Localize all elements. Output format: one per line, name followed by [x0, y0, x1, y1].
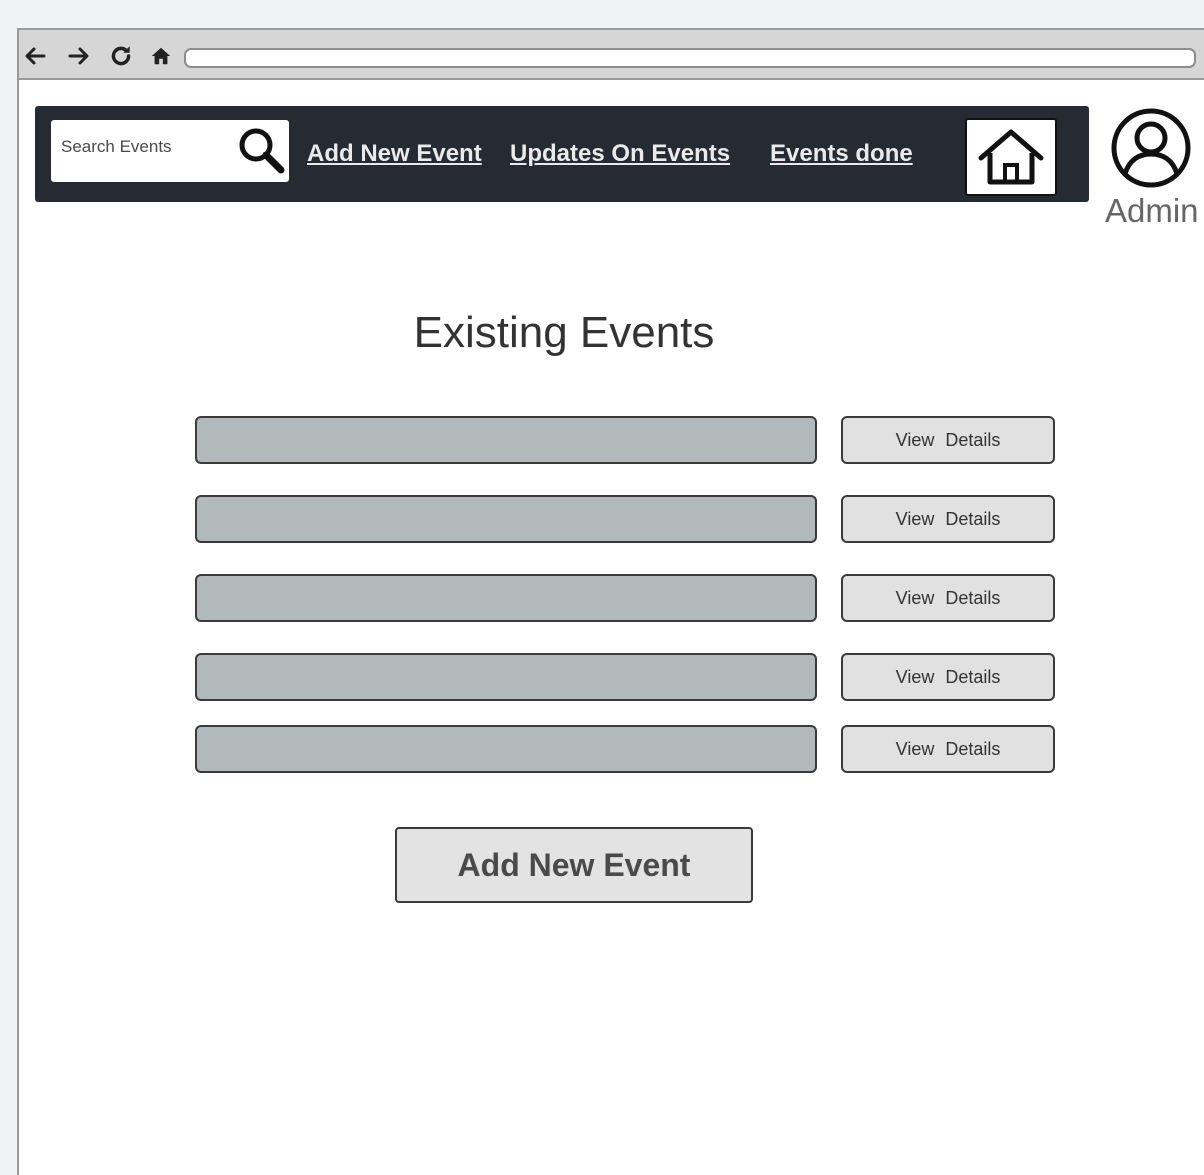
view-details-button[interactable]: View Details	[841, 574, 1055, 622]
event-name-field[interactable]	[195, 574, 817, 622]
list-item: View Details	[195, 416, 1057, 464]
add-new-event-button[interactable]: Add New Event	[395, 827, 753, 903]
nav-link-updates-on-events[interactable]: Updates On Events	[510, 140, 730, 168]
list-item: View Details	[195, 653, 1057, 701]
search-icon[interactable]	[235, 124, 287, 176]
list-item: View Details	[195, 574, 1057, 622]
search-box	[51, 120, 289, 182]
reload-icon[interactable]	[107, 42, 135, 70]
browser-toolbar	[19, 30, 1204, 80]
admin-label: Admin	[1105, 192, 1199, 229]
event-name-field[interactable]	[195, 495, 817, 543]
page-title: Existing Events	[413, 308, 715, 357]
arrow-right-icon[interactable]	[65, 42, 93, 70]
house-icon	[978, 129, 1044, 185]
event-name-field[interactable]	[195, 725, 817, 773]
event-name-field[interactable]	[195, 416, 817, 464]
home-button[interactable]	[965, 118, 1057, 196]
view-details-button[interactable]: View Details	[841, 416, 1055, 464]
event-name-field[interactable]	[195, 653, 817, 701]
nav-link-events-done[interactable]: Events done	[770, 140, 913, 168]
browser-window: Add New Event Updates On Events Events d…	[17, 28, 1204, 1175]
list-item: View Details	[195, 495, 1057, 543]
address-bar[interactable]	[184, 48, 1196, 68]
home-icon[interactable]	[147, 42, 175, 70]
top-navbar: Add New Event Updates On Events Events d…	[35, 106, 1089, 202]
user-avatar-icon	[1111, 108, 1191, 188]
view-details-button[interactable]: View Details	[841, 725, 1055, 773]
list-item: View Details	[195, 725, 1057, 773]
search-input[interactable]	[61, 134, 231, 160]
nav-link-add-new-event[interactable]: Add New Event	[307, 140, 482, 168]
view-details-button[interactable]: View Details	[841, 653, 1055, 701]
view-details-button[interactable]: View Details	[841, 495, 1055, 543]
arrow-left-icon[interactable]	[21, 42, 49, 70]
admin-profile[interactable]: Admin	[1105, 108, 1204, 229]
